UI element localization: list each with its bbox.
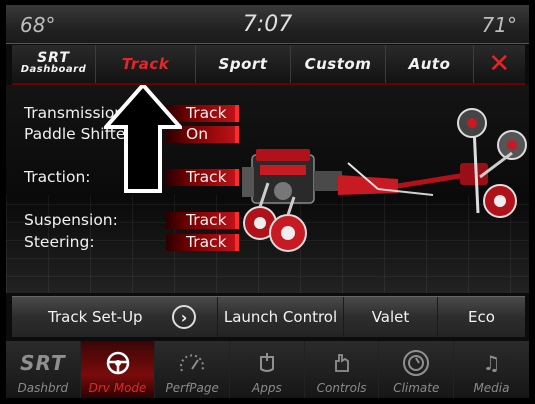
clock: 7:07 <box>242 12 293 37</box>
nav-item-dashbrd[interactable]: SRT Dashbrd <box>6 341 81 398</box>
nav-item-controls[interactable]: Controls <box>305 341 380 398</box>
setting-label: Suspension: <box>24 211 118 229</box>
nav-label: Media <box>473 381 510 395</box>
steering-wheel-icon <box>81 350 155 376</box>
nav-item-climate[interactable]: Climate <box>379 341 455 398</box>
chassis-illustration <box>242 108 527 252</box>
climate-icon <box>379 350 453 376</box>
engine-icon <box>242 149 342 204</box>
nav-item-apps[interactable]: Apps <box>230 341 305 398</box>
track-setup-label: Track Set-Up <box>48 308 143 326</box>
tab-sport[interactable]: Sport <box>196 45 291 83</box>
gauge-icon <box>155 350 229 376</box>
status-bar: 68° 7:07 71° <box>6 5 529 44</box>
tab-track[interactable]: Track <box>96 45 196 83</box>
tab-custom[interactable]: Custom <box>291 45 386 83</box>
setting-label: Traction: <box>24 168 91 186</box>
nav-label: Drv Mode <box>88 381 147 395</box>
chevron-right-icon[interactable]: › <box>172 305 196 329</box>
uconnect-screen: 68° 7:07 71° SRT Dashboard Track Sport C… <box>6 5 529 398</box>
drive-mode-tabs: SRT Dashboard Track Sport Custom Auto ✕ <box>12 45 525 85</box>
nav-label: PerfPage <box>165 381 219 395</box>
srt-logo-icon: SRT <box>20 351 66 375</box>
nav-label: Dashbrd <box>17 381 69 395</box>
launch-control-button[interactable]: Launch Control <box>218 297 344 337</box>
up-arrow-icon <box>104 85 182 193</box>
eco-button[interactable]: Eco <box>438 297 525 337</box>
nav-label: Controls <box>316 381 367 395</box>
tab-srt-dashboard[interactable]: SRT Dashboard <box>12 45 96 83</box>
nav-item-drv-mode[interactable]: Drv Mode <box>80 341 156 398</box>
bottom-nav-bar: SRT Dashbrd Drv Mode PerfPage Apps Contr… <box>6 341 529 398</box>
setting-label: Steering: <box>24 233 95 251</box>
srt-logo: SRT <box>37 50 70 66</box>
nav-label: Apps <box>252 381 282 395</box>
close-icon: ✕ <box>488 49 511 79</box>
close-button[interactable]: ✕ <box>474 45 525 83</box>
tab-auto[interactable]: Auto <box>386 45 474 83</box>
apps-icon <box>230 350 304 376</box>
srt-dashboard-label: Dashboard <box>20 64 87 75</box>
track-setup-button[interactable]: Track Set-Up › <box>12 297 218 337</box>
nav-item-media[interactable]: ♫ Media <box>454 341 529 398</box>
hand-controls-icon <box>305 350 379 376</box>
music-note-icon: ♫ <box>482 351 501 375</box>
nav-label: Climate <box>393 381 440 395</box>
drive-mode-panel: Transmission: Track Paddle Shifters: On … <box>6 85 529 293</box>
valet-button[interactable]: Valet <box>344 297 438 337</box>
inside-temperature: 71° <box>481 13 517 37</box>
function-button-bar: Track Set-Up › Launch Control Valet Eco <box>12 296 525 337</box>
nav-item-perfpage[interactable]: PerfPage <box>155 341 231 398</box>
